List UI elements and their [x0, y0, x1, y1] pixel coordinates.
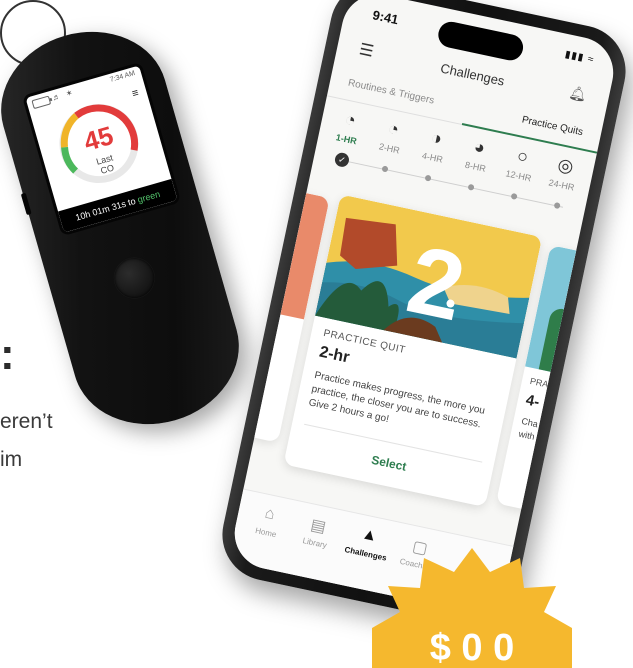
card-description: Practice makes progress, the more you pr… [307, 369, 486, 431]
smartphone: 9:41 ▮▮▮ ≈ ☰ Challenges 🔔︎ Routines & Tr… [213, 0, 633, 633]
nav-home[interactable]: ⌂ Home [240, 501, 296, 543]
duration-2hr[interactable]: ◔ 2-HR [369, 114, 416, 158]
practice-quit-card[interactable]: 2 PRACTICE QUIT 2-hr Practice makes prog… [283, 194, 543, 508]
tab-practice-quits[interactable]: Practice Quits [521, 114, 584, 138]
track-dot [381, 165, 389, 173]
bell-icon[interactable]: 🔔︎ [567, 84, 589, 104]
tab-routines-triggers[interactable]: Routines & Triggers [347, 78, 435, 107]
track-dot [467, 183, 475, 191]
menu-icon: ≡ [130, 86, 141, 101]
circle-icon: ○ [515, 145, 531, 168]
card-title: 2-hr [317, 343, 351, 367]
next-card-title: 4- [524, 391, 541, 411]
co-monitor-device: ♬ ✶ 7:34 AM ≡ 45 Last CO 10h 01m 31s to … [0, 12, 256, 444]
device-screen: ♬ ✶ 7:34 AM ≡ 45 Last CO 10h 01m 31s to … [21, 61, 182, 237]
device-time: 7:34 AM [109, 70, 136, 84]
duration-8hr[interactable]: ◕ 8-HR [455, 132, 502, 176]
nav-library[interactable]: ▤ Library [289, 511, 345, 553]
duration-4hr[interactable]: ◑ 4-HR [412, 123, 459, 167]
timer-icon: ◔ [386, 117, 401, 140]
headline-fragment: : [0, 330, 15, 379]
battery-icon [31, 95, 52, 110]
device-button[interactable] [109, 253, 160, 303]
speaker-icon: ♬ [51, 91, 62, 103]
dynamic-island [435, 19, 526, 63]
track-dot [553, 201, 561, 210]
phone-screen: 9:41 ▮▮▮ ≈ ☰ Challenges 🔔︎ Routines & Tr… [228, 0, 620, 619]
badge-price: $ 0 0 [430, 627, 515, 668]
timer-icon: ◔ [343, 108, 358, 131]
timer-icon: ◑ [429, 127, 444, 149]
status-time: 9:41 [371, 7, 400, 28]
signal-wifi-icons: ▮▮▮ ≈ [563, 49, 596, 66]
body-text-fragment-2: im [0, 448, 23, 471]
footer-countdown: 10h 01m 31s to [74, 195, 140, 223]
footer-green-word: green [136, 188, 162, 205]
target-icon: ◎ [555, 154, 576, 177]
price-starburst-badge: $ 0 0 [372, 548, 572, 668]
track-dot [424, 174, 432, 182]
timer-icon: ◕ [472, 136, 488, 159]
next-card-kicker: PRA [529, 375, 550, 390]
duration-24hr[interactable]: ◎ 24-HR [541, 151, 588, 195]
selected-check-icon: ✓ [333, 151, 351, 169]
body-text-fragment-1: eren’t [0, 410, 53, 433]
duration-1hr[interactable]: ◔ 1-HR [326, 105, 373, 149]
duration-12hr[interactable]: ○ 12-HR [498, 141, 545, 185]
bluetooth-icon: ✶ [64, 88, 74, 99]
select-button[interactable]: Select [287, 435, 491, 492]
track-dot [510, 192, 518, 200]
usb-port [20, 192, 32, 216]
